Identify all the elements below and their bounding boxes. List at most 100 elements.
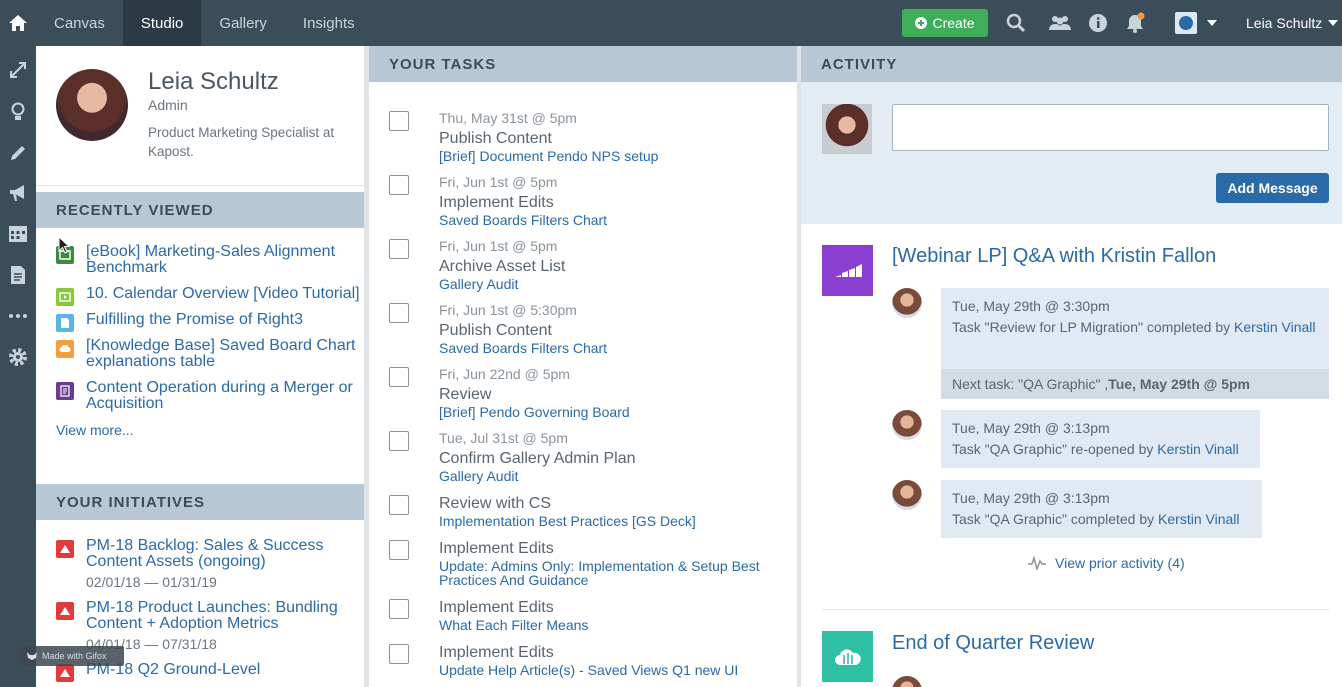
avatar (892, 288, 922, 318)
divider (822, 609, 1329, 610)
task-checkbox[interactable] (389, 599, 409, 619)
expand-icon[interactable] (6, 58, 30, 82)
task-date: Thu, May 31st @ 5pm (439, 110, 577, 126)
avatar (822, 104, 872, 154)
task-link[interactable]: Gallery Audit (439, 469, 784, 483)
pulse-icon (1028, 556, 1046, 570)
task-link[interactable]: Saved Boards Filters Chart (439, 213, 784, 227)
document-icon[interactable] (6, 263, 30, 287)
task-date: Fri, Jun 1st @ 5pm (439, 174, 558, 190)
pencil-icon[interactable] (6, 141, 30, 165)
calendar-icon[interactable] (6, 221, 30, 245)
more-icon[interactable] (6, 304, 30, 328)
initiative-dates: 02/01/18 — 01/31/19 (86, 574, 217, 590)
list-item[interactable]: [eBook] Marketing-Sales Alignment Benchm… (36, 244, 364, 276)
list-item[interactable]: 10. Calendar Overview [Video Tutorial] (36, 285, 364, 306)
task-link[interactable]: [Brief] Pendo Governing Board (439, 405, 784, 419)
fox-icon (27, 652, 37, 660)
activity-time: Tue, May 29th @ 3:13pm (952, 490, 1110, 506)
recently-viewed-heading: RECENTLY VIEWED (36, 192, 364, 228)
task-checkbox[interactable] (389, 431, 409, 451)
task-checkbox[interactable] (389, 495, 409, 515)
activity-text: Task "Review for LP Migration" completed… (952, 319, 1316, 335)
video-icon (56, 288, 74, 306)
profile-description: Product Marketing Specialist at Kapost. (148, 125, 335, 159)
search-icon[interactable] (1004, 11, 1028, 35)
org-badge-icon[interactable] (1174, 11, 1198, 35)
megaphone-icon[interactable] (6, 181, 30, 205)
lightbulb-icon[interactable] (6, 100, 30, 124)
list-item[interactable]: [Knowledge Base] Saved Board Chart expla… (36, 338, 364, 370)
bell-icon[interactable] (1123, 11, 1147, 35)
task-checkbox[interactable] (389, 303, 409, 323)
task-link[interactable]: [Brief] Document Pendo NPS setup (439, 149, 784, 163)
activity-text: Task "QA Graphic" re-opened by Kerstin V… (952, 441, 1239, 457)
task-link[interactable]: Gallery Audit (439, 277, 784, 291)
person-link[interactable]: Kerstin Vinall (1157, 441, 1238, 457)
tab-canvas[interactable]: Canvas (36, 0, 123, 46)
task-link[interactable]: Update Help Article(s) - Saved Views Q1 … (439, 663, 784, 677)
marketo-icon (822, 245, 873, 296)
tab-studio[interactable]: Studio (122, 0, 202, 46)
list-item[interactable]: PM-18 Product Launches: Bundling Content… (36, 600, 364, 652)
next-task-date: Tue, May 29th @ 5pm (1108, 376, 1250, 392)
task-link[interactable]: What Each Filter Means (439, 618, 784, 632)
task-checkbox[interactable] (389, 367, 409, 387)
profile-role: Admin (148, 97, 188, 113)
activity-time: Tue, May 29th @ 3:30pm (952, 298, 1110, 314)
top-navigation: Canvas Studio Gallery Insights Create Le… (0, 0, 1342, 46)
user-name: Leia Schultz (1246, 15, 1323, 31)
task-checkbox[interactable] (389, 175, 409, 195)
chevron-down-icon[interactable] (1200, 11, 1224, 35)
task-title: Implement Edits (439, 644, 554, 661)
list-item-label: 10. Calendar Overview [Video Tutorial] (86, 285, 360, 302)
list-item[interactable]: Content Operation during a Merger or Acq… (36, 380, 364, 412)
task-link[interactable]: Implementation Best Practices [GS Deck] (439, 514, 784, 528)
task-title: Implement Edits (439, 540, 554, 557)
add-message-button[interactable]: Add Message (1216, 173, 1329, 203)
list-item[interactable]: Fulfilling the Promise of Right3 (36, 312, 364, 332)
info-icon[interactable] (1086, 11, 1110, 35)
gear-icon[interactable] (6, 345, 30, 369)
message-composer: Add Message (801, 82, 1342, 224)
user-menu[interactable]: Leia Schultz (1246, 0, 1339, 46)
task-checkbox[interactable] (389, 644, 409, 664)
feed-item-title[interactable]: [Webinar LP] Q&A with Kristin Fallon (892, 245, 1216, 268)
create-label: Create (932, 15, 975, 31)
list-item[interactable]: PM-18 Backlog: Sales & Success Content A… (36, 538, 364, 590)
message-input[interactable] (892, 104, 1329, 151)
users-icon[interactable] (1048, 11, 1072, 35)
task-checkbox[interactable] (389, 239, 409, 259)
tab-gallery[interactable]: Gallery (201, 0, 285, 46)
feed-item-title[interactable]: End of Quarter Review (892, 632, 1094, 655)
avatar[interactable] (56, 69, 128, 141)
page-icon (56, 314, 74, 332)
tasks-panel: YOUR TASKS Thu, May 31st @ 5pm Publish C… (369, 46, 797, 687)
task-checkbox[interactable] (389, 111, 409, 131)
watermark: Made with Gifox (20, 646, 124, 666)
task-title: Review with CS (439, 495, 552, 512)
task-title: Publish Content (439, 322, 552, 339)
activity-text: Task "QA Graphic" completed by Kerstin V… (952, 511, 1240, 527)
home-icon[interactable] (0, 0, 36, 46)
person-link[interactable]: Kerstin Vinall (1158, 511, 1239, 527)
view-more-link[interactable]: View more... (36, 422, 364, 438)
view-prior-activity-link[interactable]: View prior activity (4) (1027, 555, 1185, 571)
initiative-dates: 04/01/18 — 07/31/18 (86, 636, 217, 652)
list-item-label: [Knowledge Base] Saved Board Chart expla… (86, 337, 356, 370)
tasks-heading: YOUR TASKS (369, 46, 797, 82)
activity-entry: Tue, May 29th @ 3:13pm Task "QA Graphic"… (941, 410, 1260, 468)
initiative-icon (56, 540, 74, 558)
create-button[interactable]: Create (902, 9, 988, 37)
person-link[interactable]: Kerstin Vinall (1234, 319, 1315, 335)
task-title: Review (439, 386, 492, 403)
profile-card: Leia Schultz Admin Product Marketing Spe… (36, 46, 364, 186)
left-rail (0, 46, 36, 687)
task-checkbox[interactable] (389, 540, 409, 560)
recently-viewed-section: RECENTLY VIEWED [eBook] Marketing-Sales … (36, 192, 364, 438)
tab-insights[interactable]: Insights (285, 0, 373, 46)
task-link[interactable]: Saved Boards Filters Chart (439, 341, 784, 355)
profile-panel: Leia Schultz Admin Product Marketing Spe… (36, 46, 364, 687)
task-link[interactable]: Update: Admins Only: Implementation & Se… (439, 559, 784, 587)
initiatives-heading: YOUR INITIATIVES (36, 484, 364, 520)
